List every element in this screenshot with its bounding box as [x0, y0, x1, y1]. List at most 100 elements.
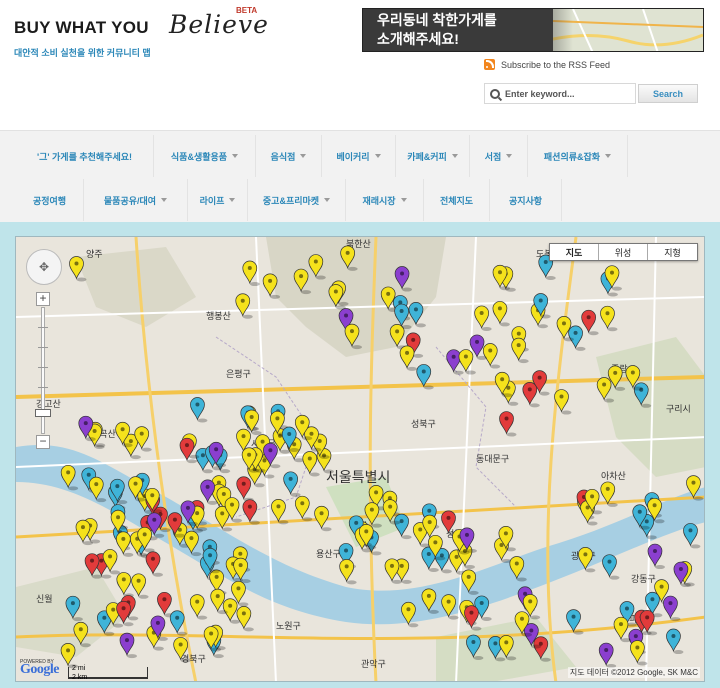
banner-text: 우리동네 착한가게를 소개해주세요!: [377, 11, 497, 49]
store-map[interactable]: 북한산양주행봉산은평구강고산대곡산서대문구성북구서울특별시남산용산구동대문구중랑…: [15, 236, 705, 682]
site-tagline: 대안적 소비 실천을 위한 커뮤니티 맵: [14, 48, 151, 58]
nav-label: 라이프: [199, 195, 225, 206]
nav-label: 물품공유/대여: [103, 195, 157, 206]
nav-item-restaurant[interactable]: 음식점: [256, 135, 322, 177]
nav-label: 음식점: [270, 151, 296, 162]
map-type-satellite[interactable]: 위성: [599, 244, 648, 260]
chevron-down-icon: [451, 154, 458, 158]
map-place-label: 강고산: [36, 399, 61, 409]
map-pin-icon[interactable]: [474, 305, 492, 331]
banner-map-thumbnail: [553, 9, 703, 51]
map-pin-icon[interactable]: [458, 349, 476, 375]
nav-item-fair-travel[interactable]: 공정여행: [16, 179, 84, 221]
nav-item-fashion[interactable]: 패션의류&잡화: [528, 135, 628, 177]
chevron-down-icon: [229, 198, 236, 202]
nav-item-market[interactable]: 재래시장: [346, 179, 424, 221]
map-place-label: 용산구: [316, 549, 341, 559]
map-copyright[interactable]: 지도 데이터 ©2012 Google, SK M&C: [567, 667, 700, 678]
map-pin-icon[interactable]: [499, 411, 517, 437]
chevron-down-icon: [506, 154, 513, 158]
map-pin-icon[interactable]: [581, 309, 599, 336]
search-field: [484, 83, 636, 104]
map-pin-icon[interactable]: [242, 499, 260, 525]
map-type-control: 지도 위성 지형: [549, 243, 698, 261]
rss-subscribe-link[interactable]: Subscribe to the RSS Feed: [484, 59, 610, 70]
nav-label: 전체지도: [439, 195, 474, 206]
nav-label: 패션의류&잡화: [543, 151, 601, 162]
map-pin-icon[interactable]: [666, 628, 684, 655]
nav-item-recommend[interactable]: '그' 가게를 추천해주세요!: [16, 135, 154, 177]
map-pin-icon[interactable]: [134, 426, 152, 452]
nav-item-notice[interactable]: 공지사항: [490, 179, 562, 221]
nav-item-bakery[interactable]: 베이커리: [322, 135, 396, 177]
map-place-label: 신월: [36, 593, 53, 604]
nav-item-cafe[interactable]: 카페&커피: [396, 135, 470, 177]
scale-km: 2 km: [72, 674, 88, 681]
map-pin-icon[interactable]: [116, 572, 134, 598]
map-place-label: 강동구: [631, 574, 656, 584]
map-pin-icon[interactable]: [190, 397, 208, 423]
google-logo-text: Google: [20, 662, 60, 677]
map-place-label: 아차산: [601, 470, 626, 481]
map-pin-icon[interactable]: [236, 606, 254, 632]
map-pin-icon[interactable]: [647, 543, 665, 570]
map-pin-icon[interactable]: [189, 594, 208, 620]
nav-label: 베이커리: [336, 151, 370, 162]
nav-label: 서점: [484, 151, 502, 162]
map-place-label: 양주: [86, 249, 103, 259]
map-pin-icon[interactable]: [683, 523, 701, 549]
map-pin-icon[interactable]: [283, 471, 301, 497]
map-pin-icon[interactable]: [394, 513, 412, 540]
map-pin-icon[interactable]: [663, 595, 681, 622]
nav-item-life[interactable]: 라이프: [188, 179, 248, 221]
map-pin-icon[interactable]: [119, 632, 137, 659]
map-pin-icon[interactable]: [235, 293, 253, 319]
chevron-down-icon: [400, 198, 407, 202]
rss-label: Subscribe to the RSS Feed: [501, 59, 611, 70]
nav-item-bookstore[interactable]: 서점: [470, 135, 528, 177]
zoom-tick: [38, 347, 48, 348]
rss-icon: [484, 59, 495, 70]
map-pin-icon[interactable]: [554, 389, 572, 415]
map-type-terrain[interactable]: 지형: [648, 244, 697, 260]
map-pin-icon[interactable]: [598, 642, 617, 669]
chevron-down-icon: [324, 198, 331, 202]
nav-row-1: '그' 가게를 추천해주세요! 식품&생활용품 음식점 베이커리 카페&커피 서…: [16, 135, 628, 177]
search-input[interactable]: [505, 88, 625, 99]
banner-fade: [513, 9, 573, 51]
map-place-label: 성북구: [411, 419, 436, 429]
zoom-out-icon[interactable]: −: [36, 435, 50, 449]
map-pin-icon[interactable]: [600, 305, 618, 332]
map-pin-icon[interactable]: [339, 559, 357, 585]
map-pin-icon[interactable]: [482, 343, 501, 369]
zoom-slider-thumb[interactable]: [35, 409, 51, 417]
nav-item-sharing[interactable]: 물품공유/대여: [84, 179, 188, 221]
map-place-label: 동대문구: [476, 454, 509, 464]
google-logo[interactable]: Google: [20, 662, 60, 678]
map-pin-icon[interactable]: [145, 551, 163, 577]
nav-item-full-map[interactable]: 전체지도: [424, 179, 490, 221]
pan-control-icon[interactable]: ✥: [26, 249, 62, 285]
chevron-down-icon: [232, 154, 239, 158]
search-icon: [490, 88, 500, 99]
zoom-in-icon[interactable]: +: [36, 292, 50, 306]
site-logo[interactable]: BUY WHAT YOU Believe BETA: [14, 6, 268, 39]
nav-item-food-goods[interactable]: 식품&생활용품: [154, 135, 256, 177]
map-place-label: 구리시: [666, 404, 691, 414]
map-pin-icon[interactable]: [294, 495, 313, 522]
nav-label: 재래시장: [362, 195, 396, 206]
zoom-tick: [38, 387, 48, 388]
map-pin-icon[interactable]: [492, 301, 510, 327]
map-pin-icon[interactable]: [131, 573, 149, 599]
chevron-down-icon: [605, 154, 612, 158]
map-pin-icon[interactable]: [602, 554, 620, 580]
map-pin-icon[interactable]: [102, 549, 121, 575]
chevron-down-icon: [161, 198, 168, 202]
search-button[interactable]: Search: [638, 84, 698, 103]
map-type-map[interactable]: 지도: [550, 244, 599, 260]
nav-item-secondhand[interactable]: 중고&프리마켓: [248, 179, 346, 221]
promo-banner[interactable]: 우리동네 착한가게를 소개해주세요!: [362, 8, 704, 52]
map-place-label: 은평구: [226, 369, 251, 379]
map-pin-icon[interactable]: [236, 476, 254, 502]
banner-line1: 우리동네 착한가게를: [377, 12, 497, 28]
